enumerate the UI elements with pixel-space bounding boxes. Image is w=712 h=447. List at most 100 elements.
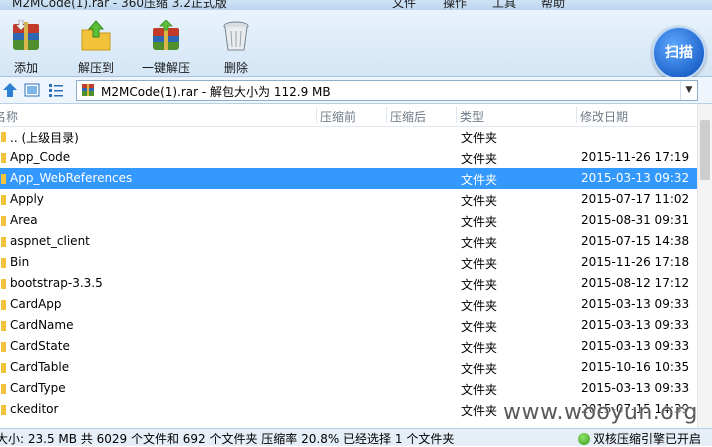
column-modified-date[interactable]: 修改日期 (580, 108, 628, 125)
status-bar: 大小: 23.5 MB 共 6029 个文件和 692 个文件夹 压缩率 20.… (0, 428, 712, 446)
folder-icon (1, 237, 6, 247)
file-row[interactable]: bootstrap-3.3.5 文件夹 2015-08-12 17:12 (0, 273, 712, 294)
file-modified-date: 2015-08-12 17:12 (581, 276, 690, 290)
extract-to-icon (81, 20, 111, 51)
column-compressed-size[interactable]: 压缩后 (390, 108, 426, 125)
one-click-extract-button[interactable]: 一键解压 (136, 16, 196, 76)
file-type: 文件夹 (461, 299, 498, 313)
file-type: 文件夹 (461, 215, 498, 229)
file-name: ckeditor (10, 402, 59, 416)
folder-icon (1, 132, 6, 142)
file-type: 文件夹 (461, 320, 498, 334)
folder-icon (1, 216, 6, 226)
file-type: 文件夹 (461, 362, 498, 376)
file-modified-date: 2015-11-26 17:18 (581, 255, 690, 269)
file-name: Bin (10, 255, 30, 269)
toolbar: 添加 解压到 一键解压 删除 扫描 (0, 10, 712, 80)
file-type: 文件夹 (461, 404, 498, 418)
engine-status-text: 双核压缩引擎已开启 (593, 432, 702, 446)
file-modified-date: 2015-03-13 09:33 (581, 297, 690, 311)
folder-icon (1, 279, 6, 289)
one-click-extract-label: 一键解压 (141, 61, 190, 75)
file-modified-date: 2015-03-13 09:33 (581, 381, 690, 395)
file-row[interactable]: Area 文件夹 2015-08-31 09:31 (0, 210, 712, 231)
file-row[interactable]: Apply 文件夹 2015-07-17 11:02 (0, 189, 712, 210)
file-type: 文件夹 (461, 152, 498, 166)
file-modified-date: 2015-08-31 09:31 (581, 213, 690, 227)
folder-icon (1, 300, 6, 310)
add-button[interactable]: 添加 (0, 16, 56, 76)
file-type: 文件夹 (461, 236, 498, 250)
window-title: M2MCode(1).rar - 360压缩 3.2正式版 (12, 0, 227, 10)
vertical-scrollbar[interactable] (697, 104, 712, 428)
up-arrow-icon[interactable] (2, 82, 18, 98)
file-name: Area (10, 213, 38, 227)
folder-icon (1, 342, 6, 352)
folder-icon (1, 405, 6, 415)
file-modified-date: 2015-03-13 09:32 (581, 171, 690, 185)
file-name: .. (上级目录) (10, 131, 79, 145)
menu-operation[interactable]: 操作 (443, 0, 467, 10)
file-name: CardState (10, 339, 70, 353)
file-modified-date: 2015-03-13 09:33 (581, 339, 690, 353)
file-name: App_Code (10, 150, 71, 164)
folder-icon (1, 153, 6, 163)
file-list[interactable]: .. (上级目录) 文件夹 App_Code 文件夹 2015-11-26 17:19 A… (0, 126, 712, 428)
menu-help[interactable]: 帮助 (541, 0, 565, 10)
column-name[interactable]: 名称 (0, 108, 18, 125)
folder-icon (1, 195, 6, 205)
delete-trash-icon (223, 21, 249, 51)
file-row[interactable]: App_WebReferences 文件夹 2015-03-13 09:32 (0, 168, 712, 189)
menu-file[interactable]: 文件 (392, 0, 416, 10)
add-label: 添加 (13, 61, 38, 75)
extract-to-label: 解压到 (77, 61, 114, 75)
file-modified-date: 2015-03-13 09:33 (581, 318, 690, 332)
column-separator (576, 107, 577, 123)
column-original-size[interactable]: 压缩前 (320, 108, 356, 125)
path-field[interactable]: M2MCode(1).rar - 解包大小为 112.9 MB ▼ (76, 80, 698, 101)
thumbnail-view-icon[interactable] (24, 82, 40, 98)
extract-to-button[interactable]: 解压到 (66, 16, 126, 76)
file-modified-date: 2015-10-16 10:35 (581, 360, 690, 374)
delete-label: 删除 (223, 61, 248, 75)
file-type: 文件夹 (461, 341, 498, 355)
file-row[interactable]: .. (上级目录) 文件夹 (0, 126, 712, 147)
list-view-icon[interactable] (48, 82, 64, 98)
engine-status: 双核压缩引擎已开启 (578, 430, 701, 447)
file-name: CardType (10, 381, 66, 395)
file-name: App_WebReferences (10, 171, 133, 185)
file-type: 文件夹 (461, 173, 498, 187)
file-name: Apply (10, 192, 44, 206)
scrollbar-thumb[interactable] (700, 120, 710, 180)
file-type: 文件夹 (461, 131, 498, 145)
file-modified-date: 2015-07-17 11:02 (581, 192, 690, 206)
title-bar: M2MCode(1).rar - 360压缩 3.2正式版 文件 操作 工具 帮… (0, 0, 712, 10)
column-type[interactable]: 类型 (460, 108, 484, 125)
file-name: bootstrap-3.3.5 (10, 276, 103, 290)
file-modified-date: 2015-07-15 14:38 (581, 234, 690, 248)
scan-button[interactable]: 扫描 (652, 26, 706, 80)
file-list-header: 名称 压缩前 压缩后 类型 修改日期 (0, 104, 712, 127)
menu-tools[interactable]: 工具 (492, 0, 516, 10)
file-type: 文件夹 (461, 383, 498, 397)
file-row[interactable]: App_Code 文件夹 2015-11-26 17:19 (0, 147, 712, 168)
path-dropdown-arrow[interactable]: ▼ (680, 81, 697, 100)
column-separator (386, 107, 387, 123)
file-row[interactable]: CardTable 文件夹 2015-10-16 10:35 (0, 357, 712, 378)
folder-icon (1, 363, 6, 373)
delete-button[interactable]: 删除 (206, 16, 266, 76)
folder-icon (1, 321, 6, 331)
file-name: CardTable (10, 360, 70, 374)
file-row[interactable]: aspnet_client 文件夹 2015-07-15 14:38 (0, 231, 712, 252)
one-click-extract-icon (153, 20, 179, 50)
file-type: 文件夹 (461, 278, 498, 292)
file-name: CardName (10, 318, 74, 332)
path-text: M2MCode(1).rar - 解包大小为 112.9 MB (101, 85, 331, 99)
folder-icon (1, 384, 6, 394)
file-row[interactable]: Bin 文件夹 2015-11-26 17:18 (0, 252, 712, 273)
file-row[interactable]: CardType 文件夹 2015-03-13 09:33 (0, 378, 712, 399)
add-archive-icon (13, 20, 39, 50)
file-row[interactable]: CardApp 文件夹 2015-03-13 09:33 (0, 294, 712, 315)
file-row[interactable]: CardState 文件夹 2015-03-13 09:33 (0, 336, 712, 357)
file-row[interactable]: CardName 文件夹 2015-03-13 09:33 (0, 315, 712, 336)
